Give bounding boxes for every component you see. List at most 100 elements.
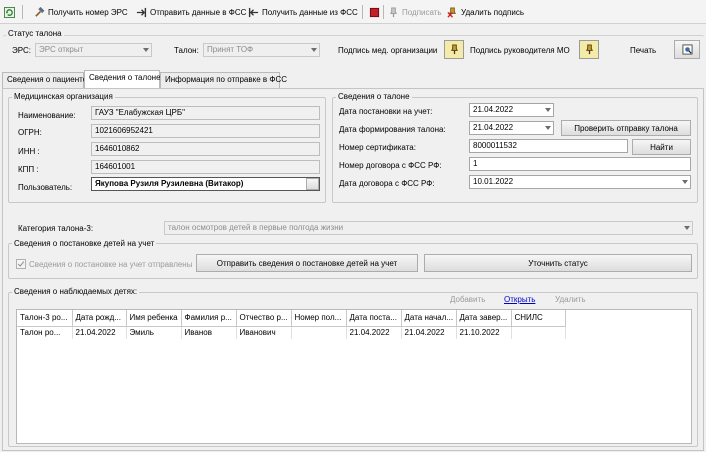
table-cell: 21.04.2022 (72, 326, 127, 339)
sign-head-button[interactable] (579, 40, 599, 59)
table-cell: Талон ро... (17, 326, 73, 339)
table-row[interactable]: Талон ро... 21.04.2022 Эмиль Иванов Иван… (17, 326, 566, 339)
children-title: Сведения о наблюдаемых детях: (12, 287, 140, 296)
table-cell: 21.04.2022 (346, 326, 402, 339)
get-ers-number-button[interactable]: Получить номер ЭРС (34, 4, 128, 20)
chevron-down-icon (311, 48, 317, 52)
stop-button[interactable] (369, 4, 380, 20)
table-cell (291, 326, 347, 339)
hammer-icon (35, 6, 45, 17)
table-cell: Иванов (181, 326, 237, 339)
check-talon-button[interactable]: Проверить отправку талона (561, 120, 691, 136)
get-ers-number-label: Получить номер ЭРС (48, 7, 128, 17)
cert-label: Номер сертификата: (339, 143, 416, 152)
ers-status-value: ЭРС открыт (39, 45, 84, 54)
stop-icon (369, 7, 380, 17)
print-label: Печать (630, 46, 657, 55)
print-button[interactable] (674, 40, 700, 59)
column-header[interactable]: СНИЛС (511, 310, 566, 327)
table-cell: 21.10.2022 (456, 326, 512, 339)
stamp-icon (585, 44, 593, 55)
sign-org-label: Подпись мед. организации (338, 46, 438, 55)
sign-head-label: Подпись руководителя МО (470, 46, 570, 55)
column-header[interactable]: Имя ребенка (126, 310, 182, 327)
column-header[interactable]: Дата завер... (456, 310, 512, 327)
contract-number-label: Номер договора с ФСС РФ: (339, 161, 442, 170)
sign-label: Подписать (402, 7, 442, 17)
print-preview-icon (681, 44, 693, 55)
children-grid: Талон-3 ро... Дата рожд... Имя ребенка Ф… (17, 310, 566, 339)
category-value: талон осмотров детей в первые полгода жи… (168, 223, 344, 232)
table-cell: Иванович (236, 326, 292, 339)
open-child-link[interactable]: Открыть (504, 295, 535, 304)
sign-icon (390, 6, 397, 17)
column-header[interactable]: Дата рожд... (72, 310, 127, 327)
contract-number-field[interactable]: 1 (469, 157, 691, 171)
refresh-button[interactable] (4, 4, 15, 20)
delete-child-link[interactable]: Удалить (555, 295, 586, 304)
add-child-link[interactable]: Добавить (450, 295, 485, 304)
user-field[interactable]: Якупова Рузиля Рузилевна (Витакор) (91, 177, 320, 191)
kpp-field: 164601001 (91, 160, 320, 174)
sign-button[interactable]: Подписать (388, 4, 442, 20)
org-name-field: ГАУЗ "Елабужская ЦРБ" (91, 106, 320, 120)
chevron-down-icon (545, 108, 551, 112)
reg-date-picker[interactable]: 21.04.2022 (469, 103, 554, 117)
registration-sent-label: Сведения о постановке на учет отправлены (29, 260, 193, 269)
tab-talon-info[interactable]: Сведения о талоне (84, 70, 161, 89)
send-to-fss-button[interactable]: Отправить данные в ФСС (136, 4, 246, 20)
children-table: Талон-3 ро... Дата рожд... Имя ребенка Ф… (16, 309, 692, 444)
registration-title: Сведения о постановке детей на учет (12, 239, 157, 248)
get-from-fss-label: Получить данные из ФСС (262, 7, 358, 17)
table-header-row: Талон-3 ро... Дата рожд... Имя ребенка Ф… (17, 310, 566, 327)
ogrn-label: ОГРН: (18, 128, 42, 137)
column-header[interactable]: Талон-3 ро... (17, 310, 73, 327)
user-label: Пользователь: (18, 183, 73, 192)
tab-patient-info[interactable]: Сведения о пациенте (2, 72, 87, 88)
talon-status-select[interactable]: Принят ТОФ (203, 43, 320, 57)
form-date-picker[interactable]: 21.04.2022 (469, 121, 554, 135)
registration-sent-checkbox[interactable] (16, 259, 26, 269)
user-value: Якупова Рузиля Рузилевна (Витакор) (95, 179, 244, 188)
chevron-down-icon (143, 48, 149, 52)
form-date-label: Дата формирования талона: (339, 125, 446, 134)
reg-date-value: 21.04.2022 (473, 105, 514, 114)
reg-date-label: Дата постановки на учет: (339, 107, 433, 116)
ers-label: ЭРС: (12, 46, 31, 55)
column-header[interactable]: Дата поста... (346, 310, 402, 327)
find-button[interactable]: Найти (632, 139, 691, 155)
column-header[interactable]: Номер пол... (291, 310, 347, 327)
contract-date-picker[interactable]: 10.01.2022 (469, 175, 691, 189)
talon-label: Талон: (174, 46, 199, 55)
get-from-fss-button[interactable]: Получить данные из ФСС (248, 4, 358, 20)
cert-field[interactable]: 8000011532 (469, 139, 628, 153)
ers-status-select[interactable]: ЭРС открыт (35, 43, 152, 57)
delete-signature-button[interactable]: Удалить подпись (447, 4, 524, 20)
column-header[interactable]: Фамилия р... (181, 310, 237, 327)
inn-label: ИНН : (18, 147, 40, 156)
talon-status-value: Принят ТОФ (207, 45, 254, 54)
talon-info-title: Сведения о талоне (336, 92, 412, 101)
column-header[interactable]: Отчество р... (236, 310, 292, 327)
check-status-button[interactable]: Уточнить статус (424, 254, 692, 272)
category-select[interactable]: талон осмотров детей в первые полгода жи… (164, 221, 693, 235)
user-select-button[interactable] (306, 178, 319, 190)
ogrn-field: 1021606952421 (91, 124, 320, 138)
table-cell: Эмиль (126, 326, 182, 339)
inn-field: 1646010862 (91, 142, 320, 156)
sign-org-button[interactable] (444, 40, 464, 59)
table-cell (511, 326, 566, 339)
tab-fss-send-info[interactable]: Информация по отправке в ФСС (160, 72, 287, 88)
category-label: Категория талона-3: (18, 224, 94, 233)
toolbar: Получить номер ЭРС Отправить данные в ФС… (0, 0, 706, 24)
kpp-label: КПП : (18, 165, 39, 174)
send-to-fss-label: Отправить данные в ФСС (150, 7, 247, 17)
send-registration-button[interactable]: Отправить сведения о постановке детей на… (196, 254, 418, 272)
contract-date-label: Дата договора с ФСС РФ: (339, 179, 435, 188)
delete-signature-label: Удалить подпись (461, 7, 525, 17)
check-icon (17, 261, 25, 267)
status-group-title: Статус талона (6, 29, 64, 38)
chevron-down-icon (545, 126, 551, 130)
column-header[interactable]: Дата начал... (401, 310, 457, 327)
med-org-title: Медицинская организация (12, 92, 115, 101)
